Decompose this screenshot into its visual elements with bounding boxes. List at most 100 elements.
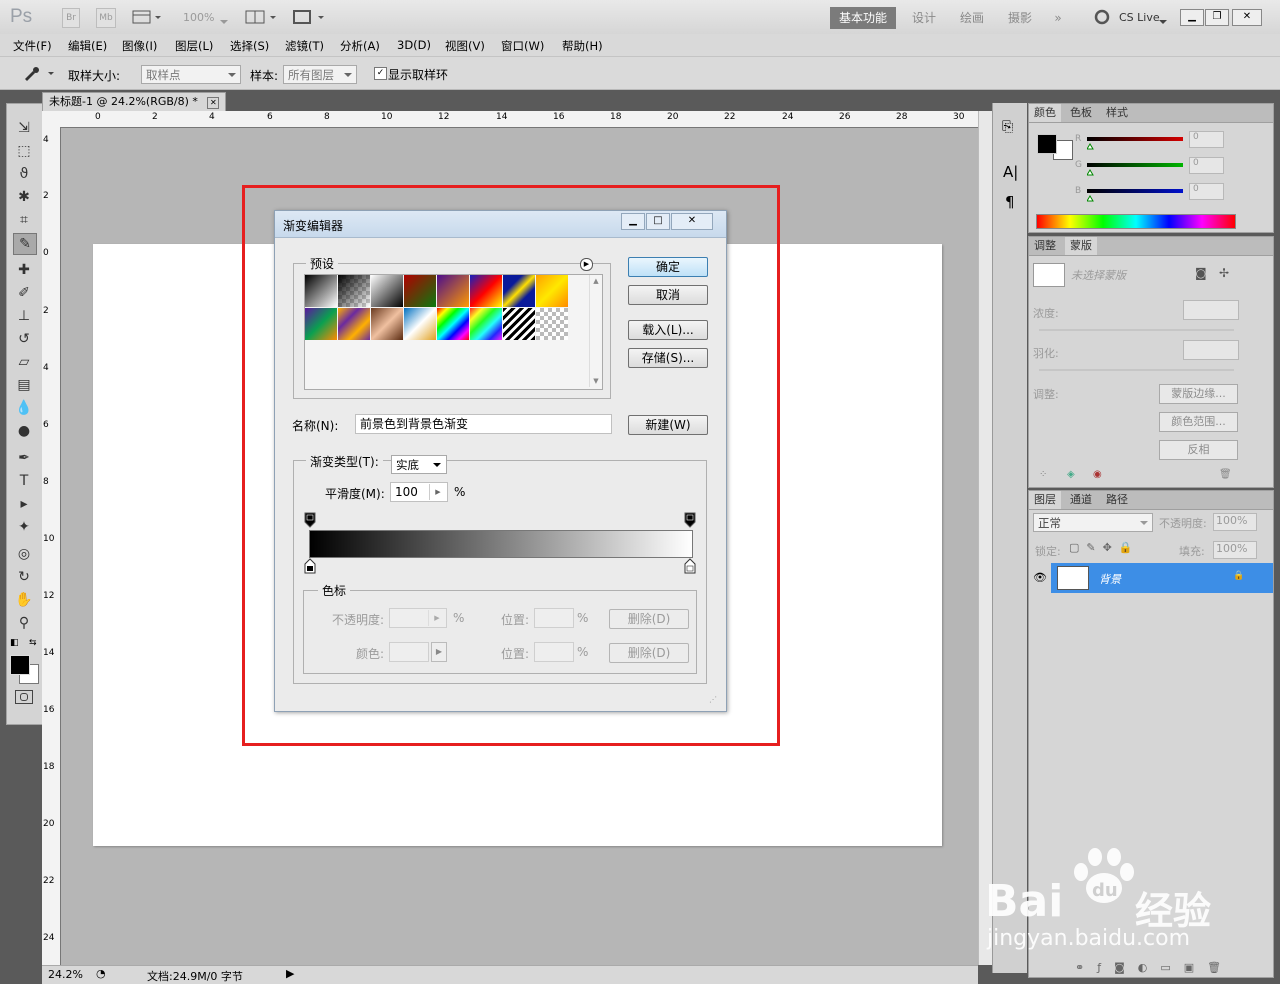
bridge-button[interactable]: Br (62, 8, 80, 28)
menu-edit[interactable]: 编辑(E) (68, 38, 107, 54)
gradient-type-select[interactable]: 实底 (391, 455, 447, 474)
paragraph-panel-icon[interactable]: ¶ (1005, 193, 1015, 211)
tab-layers[interactable]: 图层 (1029, 491, 1061, 509)
stop-color-swatch[interactable] (389, 642, 429, 662)
menu-filter[interactable]: 滤镜(T) (285, 38, 324, 54)
minimize-button[interactable]: ▁ (1180, 9, 1204, 26)
color-range-button[interactable]: 颜色范围... (1159, 412, 1238, 432)
presets-scrollbar[interactable]: ▲ ▼ (589, 275, 602, 387)
arrange-documents-icon[interactable] (245, 9, 279, 25)
smoothness-stepper-arrow-icon[interactable]: ▶ (429, 484, 446, 500)
eyedropper-tool-preset-icon[interactable] (22, 64, 56, 85)
layer-actions-icons[interactable]: ⚭ƒ◙◐▭▣🗑 (1075, 961, 1234, 974)
menu-layer[interactable]: 图层(L) (175, 38, 213, 54)
tab-masks[interactable]: 蒙版 (1065, 237, 1097, 255)
quick-select-tool-icon[interactable]: ✱ (13, 187, 35, 207)
mask-edge-button[interactable]: 蒙版边缘... (1159, 384, 1238, 404)
sample-size-select[interactable]: 取样点 (141, 65, 241, 84)
horizontal-ruler[interactable]: 0 2 4 6 8 10 12 14 16 18 20 22 24 26 28 … (60, 111, 978, 128)
tab-channels[interactable]: 通道 (1065, 491, 1097, 509)
density-slider[interactable] (1039, 329, 1234, 331)
channel-r-value[interactable]: 0 (1189, 131, 1224, 148)
channel-b-value[interactable]: 0 (1189, 183, 1224, 200)
channel-g-value[interactable]: 0 (1189, 157, 1224, 174)
preset-swatch[interactable] (503, 308, 535, 340)
lock-options-icons[interactable]: ▢✎✥🔒 (1069, 541, 1140, 554)
history-brush-tool-icon[interactable]: ↺ (13, 329, 35, 349)
color-ramp-spectrum[interactable] (1036, 214, 1236, 229)
stop-color-location-field[interactable] (534, 642, 574, 662)
pixel-mask-icon[interactable]: ◙ (1195, 266, 1207, 280)
preset-swatch[interactable] (536, 275, 568, 307)
blur-tool-icon[interactable]: 💧 (13, 398, 35, 418)
quick-mask-icon[interactable] (15, 690, 33, 704)
channel-b-slider[interactable] (1086, 189, 1183, 202)
layer-name[interactable]: 背景 (1099, 571, 1121, 587)
gradient-preview-bar[interactable] (309, 530, 693, 558)
cs-live-dropdown-icon[interactable] (1159, 14, 1167, 28)
menu-3d[interactable]: 3D(D) (397, 38, 431, 52)
load-selection-icon[interactable]: ⁘ (1039, 469, 1047, 480)
invert-button[interactable]: 反相 (1159, 440, 1238, 460)
workspace-essentials[interactable]: 基本功能 (830, 7, 896, 29)
show-sampling-ring-checkbox[interactable]: ✓ (374, 67, 387, 80)
preset-swatch[interactable] (404, 275, 436, 307)
layer-row-background[interactable]: 👁 背景 🔒 (1029, 563, 1273, 593)
default-colors-icon[interactable]: ◧ (10, 638, 19, 648)
crop-tool-icon[interactable]: ⌗ (13, 210, 35, 230)
clone-stamp-tool-icon[interactable]: ⊥ (13, 306, 35, 326)
resize-grip-icon[interactable]: ⋰ (709, 695, 717, 704)
eyedropper-tool-icon[interactable]: ✎ (13, 233, 37, 255)
layer-visibility-eye-icon[interactable]: 👁 (1029, 563, 1051, 593)
path-selection-tool-icon[interactable]: ▸ (13, 494, 35, 514)
foreground-color-chip[interactable] (1037, 134, 1057, 154)
close-tab-icon[interactable]: ✕ (207, 97, 220, 109)
channel-g-slider[interactable] (1086, 163, 1183, 176)
vertical-ruler[interactable]: 4 2 0 2 4 6 8 10 12 14 16 18 20 22 24 (42, 127, 61, 965)
opacity-stop-left[interactable] (304, 512, 316, 531)
tab-color[interactable]: 颜色 (1029, 104, 1061, 122)
stop-opacity-field[interactable]: ▶ (389, 608, 447, 628)
shape-tool-icon[interactable]: ✦ (13, 517, 35, 537)
document-tab[interactable]: 未标题-1 @ 24.2%(RGB/8) * ✕ (42, 92, 227, 112)
status-zoom[interactable]: 24.2% (48, 968, 83, 981)
preset-swatch[interactable] (305, 275, 337, 307)
preset-swatch[interactable] (404, 308, 436, 340)
mini-bridge-button[interactable]: Mb (96, 8, 116, 28)
history-panel-icon[interactable]: ⎘ (1002, 119, 1013, 135)
color-stop-left[interactable] (304, 558, 316, 577)
menu-analysis[interactable]: 分析(A) (340, 38, 380, 54)
gradient-name-field[interactable]: 前景色到背景色渐变 (355, 414, 612, 434)
vector-mask-icon[interactable]: ✢ (1219, 266, 1229, 280)
delete-opacity-stop-button[interactable]: 删除(D) (609, 609, 689, 629)
presets-menu-arrow-icon[interactable]: ▶ (580, 258, 593, 271)
dialog-title-bar[interactable]: 渐变编辑器 ▁ □ ✕ (275, 211, 726, 238)
feather-field[interactable] (1183, 340, 1239, 360)
zoom-level-field[interactable]: 100% (183, 11, 214, 24)
healing-brush-tool-icon[interactable]: ✚ (13, 260, 35, 280)
sample-select[interactable]: 所有图层 (283, 65, 357, 84)
tab-adjustments[interactable]: 调整 (1029, 237, 1061, 255)
character-panel-icon[interactable]: A| (1003, 163, 1018, 181)
type-tool-icon[interactable]: T (13, 471, 35, 491)
menu-help[interactable]: 帮助(H) (562, 38, 603, 54)
3d-rotate-tool-icon[interactable]: ◎ (13, 544, 35, 564)
preset-swatch[interactable] (437, 275, 469, 307)
vertical-scrollbar[interactable] (978, 111, 992, 965)
3d-orbit-tool-icon[interactable]: ↻ (13, 567, 35, 587)
ok-button[interactable]: 确定 (628, 257, 708, 277)
status-menu-arrow-icon[interactable]: ▶ (286, 967, 294, 980)
tab-styles[interactable]: 样式 (1101, 104, 1133, 122)
preset-swatch[interactable] (470, 308, 502, 340)
delete-mask-icon[interactable]: 🗑 (1219, 469, 1232, 480)
gradient-tool-icon[interactable]: ▤ (13, 375, 35, 395)
pen-tool-icon[interactable]: ✒ (13, 448, 35, 468)
swap-colors-icon[interactable]: ⇆ (29, 638, 37, 648)
layer-opacity-field[interactable]: 100% (1213, 513, 1257, 531)
preset-swatch[interactable] (536, 308, 568, 340)
menu-select[interactable]: 选择(S) (230, 38, 269, 54)
status-info-icon[interactable]: ◔ (96, 967, 106, 980)
menu-window[interactable]: 窗口(W) (501, 38, 544, 54)
stop-opacity-location-field[interactable] (534, 608, 574, 628)
lasso-tool-icon[interactable]: ϑ (13, 164, 35, 184)
